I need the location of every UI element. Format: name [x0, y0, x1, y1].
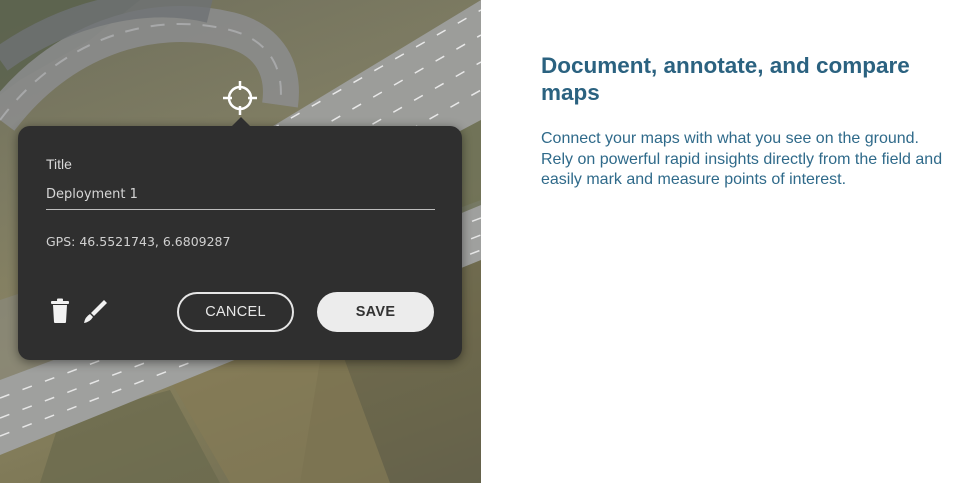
gps-value: 46.5521743, 6.6809287: [79, 234, 231, 249]
gps-label: GPS:: [46, 234, 76, 249]
save-button[interactable]: SAVE: [317, 292, 434, 332]
aerial-map[interactable]: Title GPS: 46.5521743, 6.6809287 CANCEL …: [0, 0, 481, 483]
title-input[interactable]: [46, 180, 435, 210]
cancel-button[interactable]: CANCEL: [177, 292, 294, 332]
crosshair-icon[interactable]: [220, 78, 260, 118]
feature-description: Document, annotate, and compare maps Con…: [541, 52, 961, 191]
title-label: Title: [46, 156, 72, 172]
feature-heading: Document, annotate, and compare maps: [541, 53, 910, 105]
annotation-popup: Title GPS: 46.5521743, 6.6809287 CANCEL …: [18, 117, 462, 360]
pencil-icon[interactable]: [82, 298, 108, 324]
trash-icon[interactable]: [49, 298, 71, 324]
gps-coordinates: GPS: 46.5521743, 6.6809287: [46, 234, 230, 249]
feature-body: Connect your maps with what you see on t…: [541, 130, 943, 188]
